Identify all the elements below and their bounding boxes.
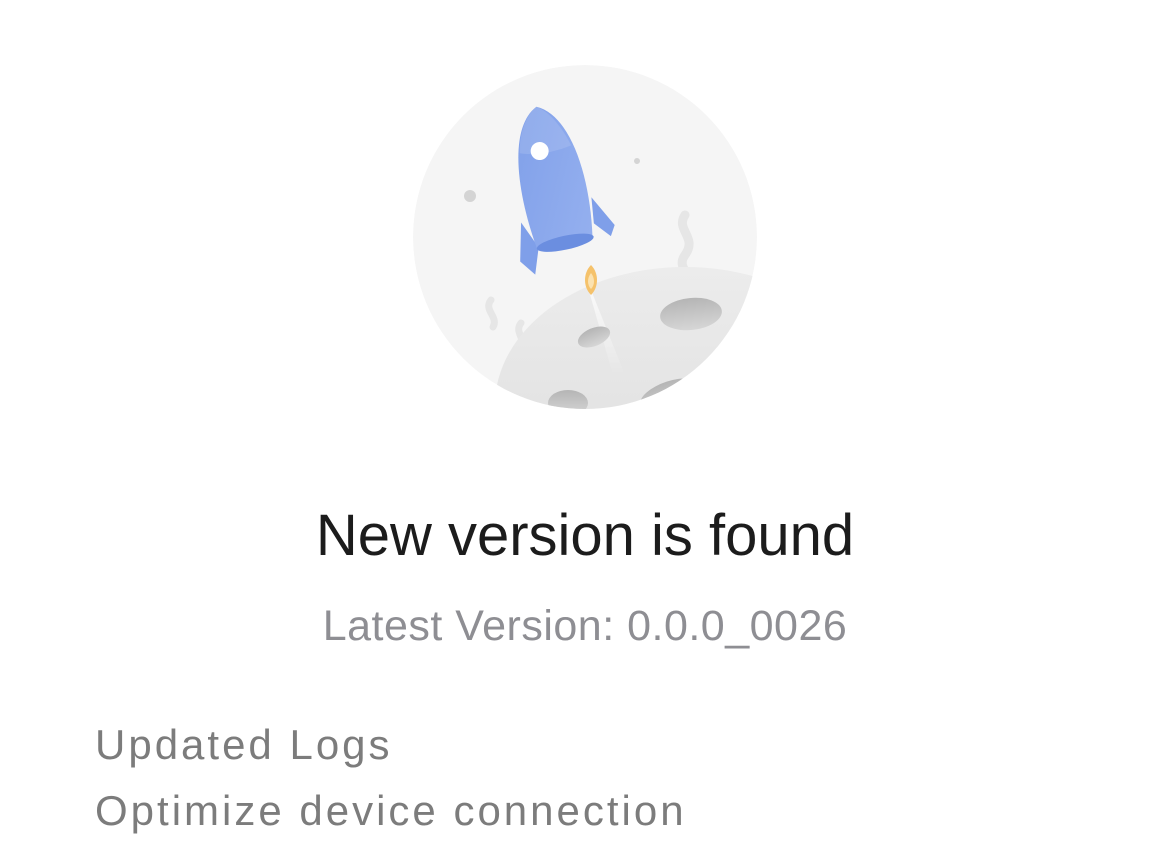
log-item: Optimize device connection xyxy=(95,787,687,834)
rocket-launch-icon xyxy=(413,65,757,409)
logs-heading: Updated Logs xyxy=(95,721,393,768)
latest-version-label: Latest Version: 0.0.0_0026 xyxy=(322,602,848,650)
page-title: New version is found xyxy=(315,503,855,568)
update-logs: Updated Logs Optimize device connection xyxy=(95,712,1095,844)
